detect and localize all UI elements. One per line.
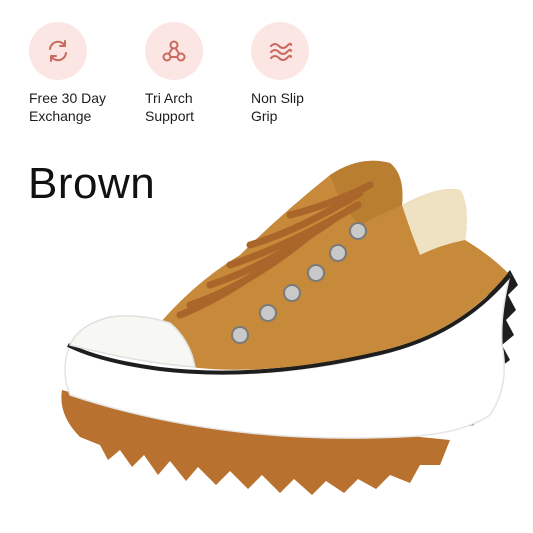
feature-badges: Free 30 Day Exchange Tri Arch Support No… <box>0 0 533 130</box>
feature-non-slip: Non Slip Grip <box>251 22 371 125</box>
feature-label: Free 30 Day Exchange <box>29 90 107 124</box>
feature-label: Tri Arch Support <box>145 90 195 124</box>
tri-arch-icon <box>145 22 203 80</box>
exchange-arrows-icon <box>29 22 87 80</box>
feature-tri-arch: Tri Arch Support <box>145 22 265 125</box>
sneaker-product-image <box>61 160 518 495</box>
feature-label: Non Slip Grip <box>251 90 304 124</box>
waves-icon <box>251 22 309 80</box>
feature-free-exchange: Free 30 Day Exchange <box>29 22 149 125</box>
